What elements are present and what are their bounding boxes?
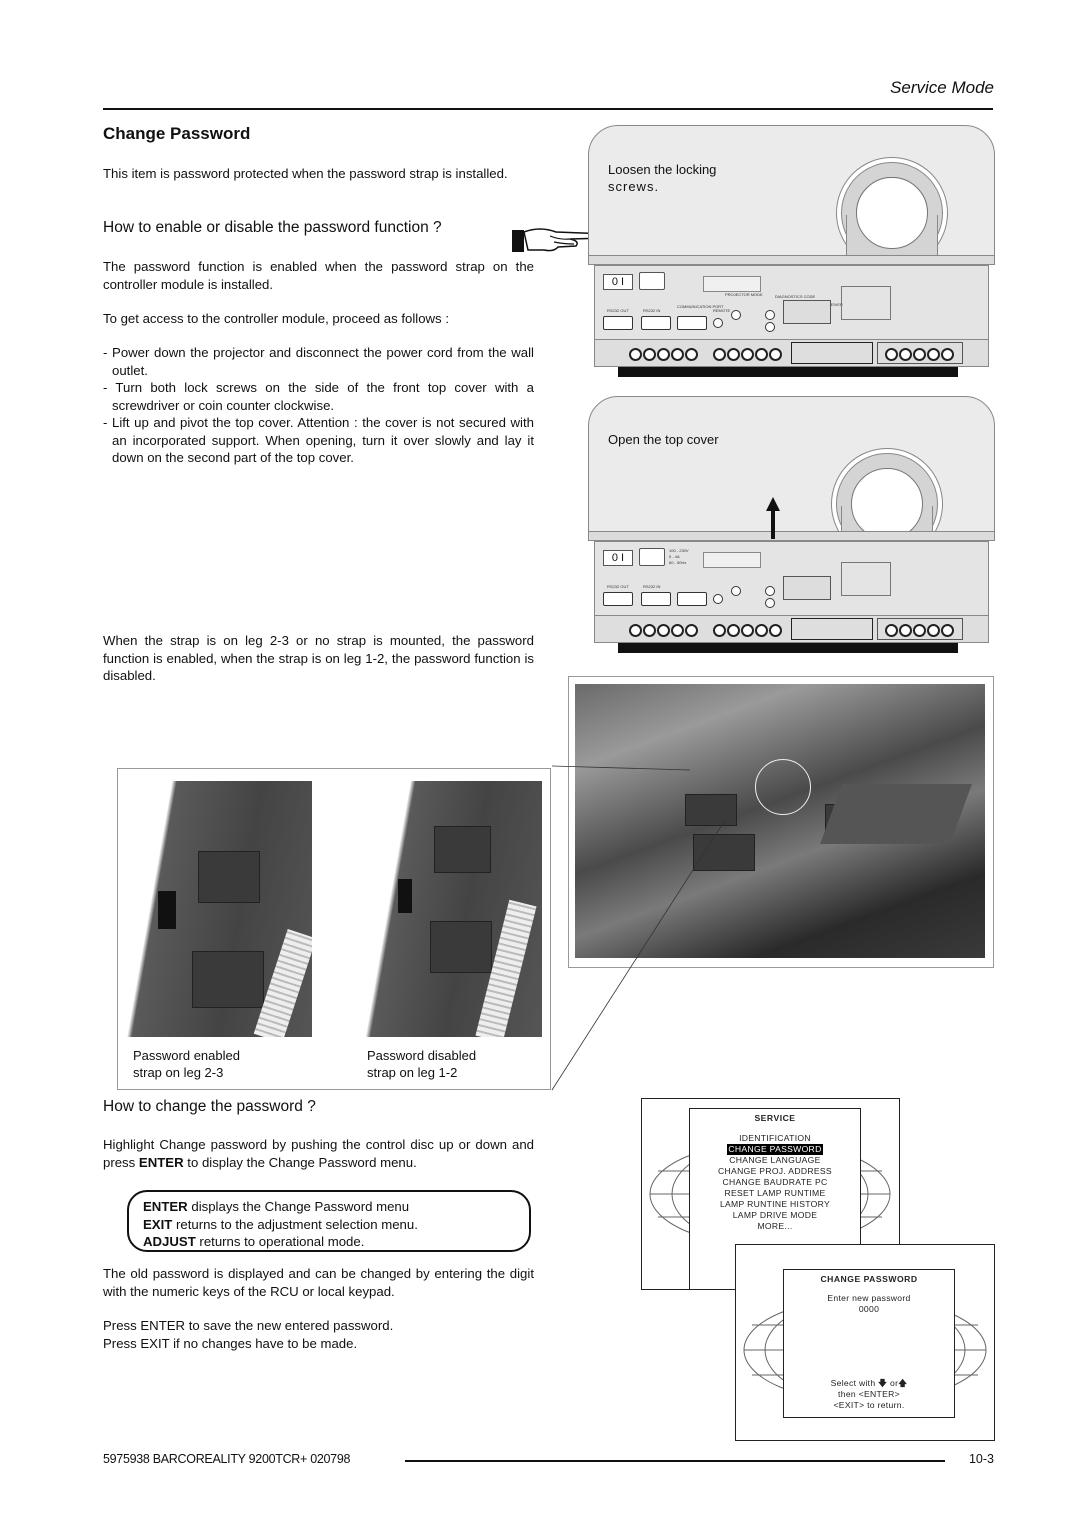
enable-paragraph-1: The password function is enabled when th… <box>103 259 534 292</box>
change-paragraph-1: Highlight Change password by pushing the… <box>103 1137 534 1170</box>
figure-caption: Open the top cover <box>608 432 719 447</box>
menu-item-change-password[interactable]: CHANGE PASSWORD <box>727 1144 823 1155</box>
rs232-in-port <box>641 316 671 330</box>
change-paragraph-3: Press ENTER to save the new entered pass… <box>103 1318 394 1333</box>
jumper-strap <box>158 891 176 929</box>
power-socket-icon <box>639 272 665 290</box>
strap-photos-frame: Password enabled strap on leg 2-3 Passwo… <box>117 768 551 1090</box>
menu-item-identification[interactable]: IDENTIFICATION <box>690 1133 860 1144</box>
rear-panel: 0 I 100 - 230V 5 - 4A 60 - 50Hz RS232 OU… <box>594 541 989 617</box>
power-socket-icon <box>639 548 665 566</box>
exit-hint: <EXIT> to return. <box>833 1400 905 1410</box>
change-password-menu: CHANGE PASSWORD Enter new password 0000 … <box>783 1269 955 1418</box>
rs232-in-port <box>641 592 671 606</box>
arrow-up-icon: 🡅 <box>898 1378 908 1388</box>
password-value-field[interactable]: 0000 <box>784 1304 954 1315</box>
menu-item-more[interactable]: MORE... <box>690 1221 860 1232</box>
list-item: - Lift up and pivot the top cover. Atten… <box>103 415 534 465</box>
section-title: Service Mode <box>890 78 994 97</box>
select-hint: Select with 🡇 or🡅 <box>830 1378 908 1388</box>
connector-row <box>594 615 989 643</box>
enable-section-heading: How to enable or disable the password fu… <box>103 219 442 236</box>
enable-paragraph-2: To get access to the controller module, … <box>103 311 449 326</box>
change-paragraph-2: The old password is displayed and can be… <box>103 1266 534 1299</box>
rs232-out-port <box>603 592 633 606</box>
callout-line-exit: EXIT returns to the adjustment selection… <box>143 1216 418 1232</box>
menu-item-change-language[interactable]: CHANGE LANGUAGE <box>690 1155 860 1166</box>
power-switch: 0 I <box>603 274 633 290</box>
list-item: - Turn both lock screws on the side of t… <box>103 380 534 413</box>
page-number: 10-3 <box>968 1452 994 1466</box>
connector-row <box>594 339 989 367</box>
footer-document-id: 5975938 BARCOREALITY 9200TCR+ 020798 <box>103 1452 351 1466</box>
menu-item-lamp-drive-mode[interactable]: LAMP DRIVE MODE <box>690 1210 860 1221</box>
lens-icon <box>851 468 923 540</box>
callout-line-enter: ENTER displays the Change Password menu <box>143 1199 410 1214</box>
projector-figure-open-cover: Open the top cover 0 I 100 - 230V 5 - 4A… <box>588 396 995 661</box>
callout-line-adjust: ADJUST returns to operational mode. <box>143 1234 365 1249</box>
intro-paragraph: This item is password protected when the… <box>103 166 508 181</box>
arrow-down-icon: 🡇 <box>878 1378 888 1388</box>
power-switch: 0 I <box>603 550 633 566</box>
page-title: Change Password <box>103 124 251 143</box>
menu-item-reset-lamp-runtime[interactable]: RESET LAMP RUNTIME <box>690 1188 860 1199</box>
communication-port <box>677 592 707 606</box>
caption-disabled: Password disabled strap on leg 1-2 <box>367 1048 477 1080</box>
communication-port <box>677 316 707 330</box>
jumper-strap <box>398 879 412 913</box>
caption-enabled: Password enabled strap on leg 2-3 <box>133 1048 240 1080</box>
projector-figure-loosen-screws: Loosen the locking screws. 0 I RS232 OUT… <box>588 125 995 385</box>
change-password-title: CHANGE PASSWORD <box>820 1274 918 1284</box>
rear-panel: 0 I RS232 OUT RS232 IN COMMUNICATION POR… <box>594 265 989 341</box>
jumper-highlight-circle <box>755 759 811 815</box>
figure-caption: Loosen the locking screws. <box>608 162 717 194</box>
steps-list: - Power down the projector and disconnec… <box>103 344 534 467</box>
list-item: - Power down the projector and disconnec… <box>103 345 534 378</box>
menu-item-change-baudrate-pc[interactable]: CHANGE BAUDRATE PC <box>690 1177 860 1188</box>
strap-note: When the strap is on leg 2-3 or no strap… <box>103 633 534 683</box>
change-paragraph-4: Press EXIT if no changes have to be made… <box>103 1336 358 1351</box>
key-callout-box: ENTER displays the Change Password menu … <box>127 1190 531 1252</box>
change-section-heading: How to change the password ? <box>103 1098 316 1115</box>
arrow-up-icon <box>766 497 780 539</box>
menu-item-lamp-runtime-history[interactable]: LAMP RUNTINE HISTORY <box>690 1199 860 1210</box>
enter-hint: then <ENTER> <box>838 1389 900 1399</box>
password-prompt: Enter new password <box>827 1293 911 1303</box>
footer-rule <box>405 1460 945 1462</box>
rs232-out-port <box>603 316 633 330</box>
photo-password-disabled <box>342 781 542 1037</box>
menu-item-change-proj-address[interactable]: CHANGE PROJ. ADDRESS <box>690 1166 860 1177</box>
service-menu-title: SERVICE <box>754 1113 796 1123</box>
header-rule <box>103 108 993 110</box>
photo-password-enabled <box>120 781 312 1037</box>
